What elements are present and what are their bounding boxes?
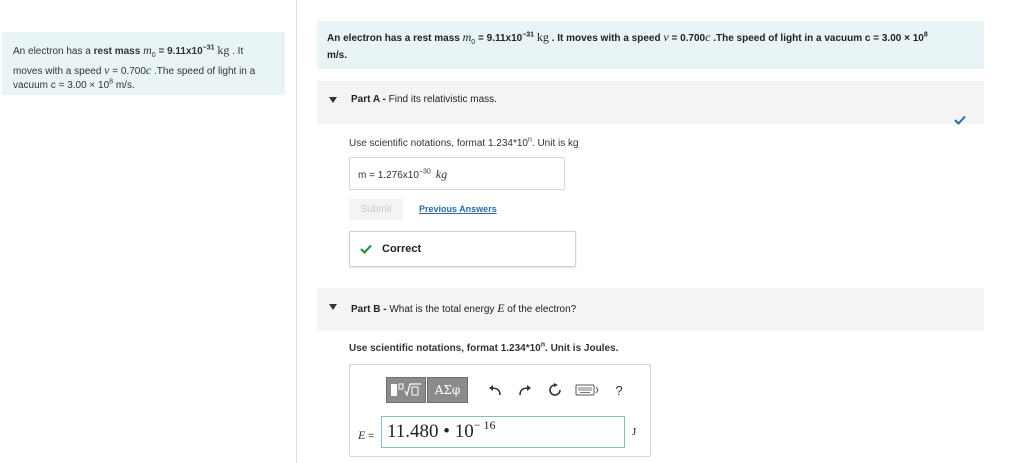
part-a-question: Find its relativistic mass. xyxy=(388,94,497,105)
context-c-unit: m/s. xyxy=(113,80,135,91)
reset-button[interactable] xyxy=(540,377,570,403)
answer-value: 1.276x10 xyxy=(377,170,419,181)
statement-c-unit: m/s. xyxy=(327,50,348,61)
reset-icon xyxy=(549,383,561,396)
part-b-question: What is the total energy xyxy=(389,304,498,315)
context-m0-value: = 9.11x10 xyxy=(155,46,203,57)
previous-answers-link[interactable]: Previous Answers xyxy=(419,204,497,214)
redo-button[interactable] xyxy=(510,377,540,403)
energy-input-value: 11.480 • 10 xyxy=(387,421,474,442)
energy-input-exp: − 16 xyxy=(473,418,496,432)
statement-m0-exp: −31 xyxy=(522,31,535,39)
math-answer-editor: ΑΣφ ? E = 11.480 • 10− 16 J xyxy=(349,364,651,457)
equation-label: E = xyxy=(358,428,374,443)
statement-c-exp: 8 xyxy=(923,31,928,39)
part-b-label: Part B - xyxy=(351,304,390,315)
templates-icon xyxy=(391,383,421,397)
part-a-answer-display: m = 1.276x10−30 kg xyxy=(349,157,565,190)
templates-button[interactable] xyxy=(386,377,426,403)
context-panel: An electron has a rest mass m0 = 9.11x10… xyxy=(2,32,285,95)
context-rest-mass: rest mass xyxy=(93,46,141,57)
keyboard-icon xyxy=(575,384,599,396)
problem-statement: An electron has a rest mass m0 = 9.11x10… xyxy=(317,21,984,69)
context-m0-exp: −31 xyxy=(202,44,215,52)
undo-icon xyxy=(489,385,501,396)
statement-post: .The speed of light in a vacuum c = 3.00… xyxy=(710,33,924,44)
context-text: An electron has a xyxy=(13,46,94,57)
statement-v-value: = 0.700 xyxy=(668,33,706,44)
statement-m0-value: = 9.11x10 xyxy=(475,33,523,44)
part-b-header[interactable]: Part B - What is the total energy E of t… xyxy=(317,288,984,331)
checkmark-icon xyxy=(954,115,966,125)
panel-divider xyxy=(296,0,297,463)
part-b-hint-post: . Unit is Joules. xyxy=(545,343,619,354)
help-button[interactable]: ? xyxy=(604,377,634,403)
statement-mid: . It moves with a speed xyxy=(548,33,664,44)
context-m0-unit: kg xyxy=(217,43,230,57)
correct-check-icon xyxy=(360,244,372,254)
keyboard-button[interactable] xyxy=(570,377,604,403)
part-a-header[interactable]: Part A - Find its relativistic mass. xyxy=(317,81,984,125)
collapse-caret-icon[interactable] xyxy=(329,304,337,310)
symbols-button[interactable]: ΑΣφ xyxy=(427,377,468,403)
part-b-symbol: E xyxy=(497,301,505,315)
feedback-correct-box: Correct xyxy=(349,231,576,267)
answer-exp: −30 xyxy=(418,168,431,176)
energy-unit: J xyxy=(632,426,637,438)
submit-button[interactable]: Submit xyxy=(349,199,403,220)
statement-m0-unit: kg xyxy=(536,30,549,44)
answer-unit: kg xyxy=(435,167,448,181)
part-a-hint-text: Use scientific notations, format 1.234*1… xyxy=(349,138,528,149)
context-m0-symbol: m xyxy=(143,43,152,57)
part-b-hint-text: Use scientific notations, format 1.234*1… xyxy=(349,343,541,354)
part-b-question-post: of the electron? xyxy=(504,304,577,315)
redo-icon xyxy=(519,385,531,396)
context-v-value: = 0.700 xyxy=(109,66,146,77)
undo-button[interactable] xyxy=(480,377,510,403)
editor-toolbar: ΑΣφ ? xyxy=(386,377,634,403)
feedback-label: Correct xyxy=(382,243,422,255)
energy-answer-input[interactable]: 11.480 • 10− 16 xyxy=(381,416,625,448)
part-a-hint: Use scientific notations, format 1.234*1… xyxy=(349,137,579,149)
part-b-title: Part B - What is the total energy E of t… xyxy=(351,301,576,316)
collapse-caret-icon[interactable] xyxy=(329,97,337,103)
part-a-title: Part A - Find its relativistic mass. xyxy=(351,94,497,105)
equation-equals: = xyxy=(365,431,374,442)
part-a-hint-post: . Unit is kg xyxy=(531,138,579,149)
answer-prefix: m = xyxy=(358,170,378,181)
part-a-label: Part A - xyxy=(351,94,389,105)
part-b-hint: Use scientific notations, format 1.234*1… xyxy=(349,342,619,354)
statement-m0-symbol: m xyxy=(462,30,472,44)
statement-text: An electron has a rest mass xyxy=(327,33,463,44)
